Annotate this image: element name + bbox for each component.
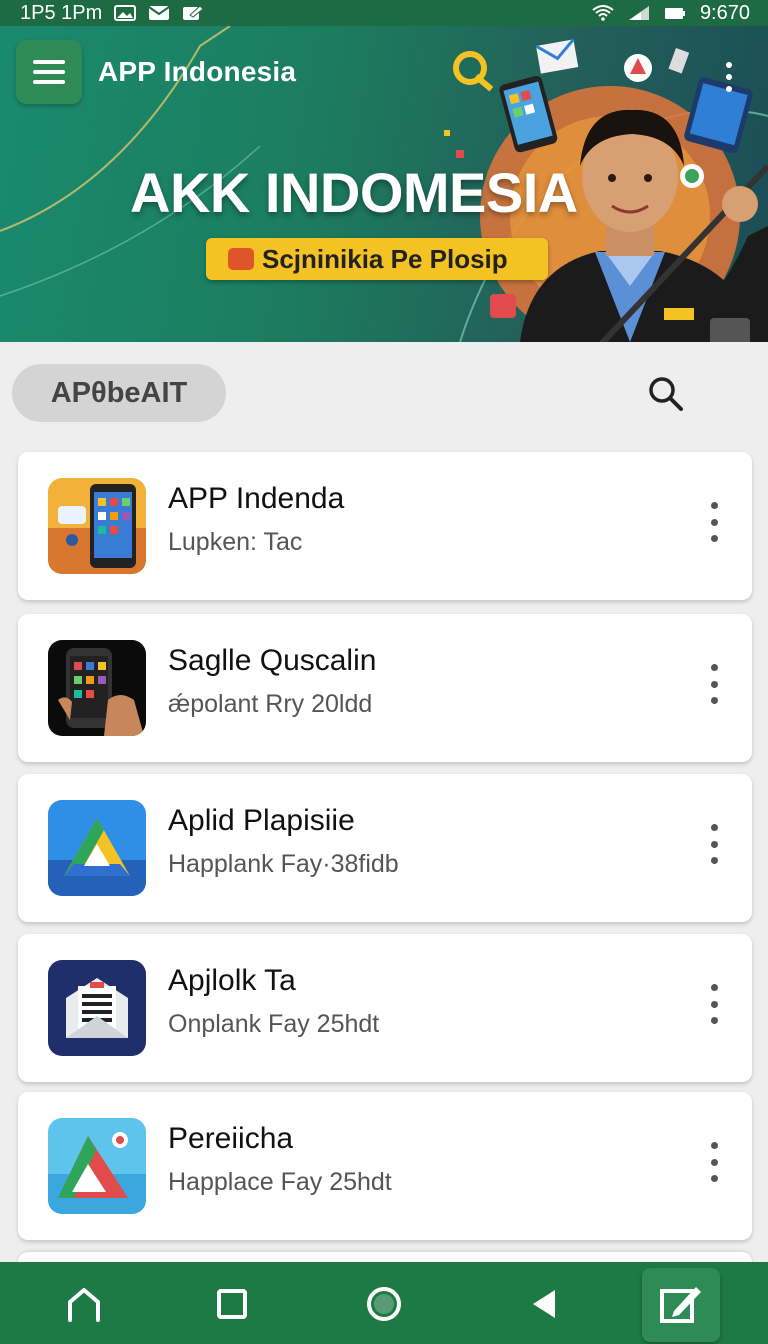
- search-icon[interactable]: [646, 374, 686, 414]
- more-vertical-icon[interactable]: [708, 502, 720, 542]
- banner-title: AKK INDOMESIA: [130, 161, 578, 224]
- category-chip[interactable]: APθbeAIT: [12, 364, 226, 422]
- hamburger-line: [33, 70, 65, 74]
- list-item[interactable]: APP Indenda Lupken: Tac: [18, 452, 752, 600]
- status-left-text: 1P5 1Pm: [20, 1, 103, 24]
- more-vertical-icon[interactable]: [708, 664, 720, 704]
- edit-icon: [183, 5, 205, 20]
- compose-icon: [660, 1287, 701, 1323]
- status-left: 1P5 1Pm: [20, 1, 205, 25]
- hamburger-menu-icon: [33, 60, 65, 64]
- status-bar: 1P5 1Pm 9:670: [0, 0, 768, 26]
- app-name: Apjlolk Ta: [168, 964, 296, 997]
- list-item[interactable]: Aplid Plapisiie Happlank Fay·38fidb: [18, 774, 752, 922]
- list-item[interactable]: Pereiicha Happlace Fay 25hdt: [18, 1092, 752, 1240]
- signal-icon: [628, 6, 649, 20]
- app-subtitle: Onplank Fay 25hdt: [168, 1010, 380, 1038]
- gallery-icon: [114, 5, 137, 21]
- drive-triangle-icon: [48, 800, 146, 896]
- recents-square-icon[interactable]: [210, 1282, 254, 1326]
- wifi-icon: [592, 5, 614, 21]
- status-right: 9:670: [592, 2, 750, 25]
- app-title: APP Indonesia: [98, 56, 297, 87]
- more-vertical-icon[interactable]: [722, 62, 736, 92]
- compose-button[interactable]: [642, 1268, 720, 1342]
- app-name: Saglle Quscalin: [168, 644, 377, 677]
- clock: 9:670: [699, 1, 750, 24]
- home-icon[interactable]: [62, 1282, 106, 1326]
- document-envelope-icon: [48, 960, 146, 1056]
- app-name: Aplid Plapisiie: [168, 804, 355, 837]
- list-item[interactable]: Apjlolk Ta Onplank Fay 25hdt: [18, 934, 752, 1082]
- more-vertical-icon[interactable]: [708, 1142, 720, 1182]
- drive-triangle-red-icon: [48, 1118, 146, 1214]
- back-triangle-icon[interactable]: [522, 1282, 566, 1326]
- app-subtitle: Happlace Fay 25hdt: [168, 1168, 392, 1196]
- chat-icon: [228, 248, 254, 270]
- app-subtitle: Lupken: Tac: [168, 528, 303, 556]
- hand-phone-icon: [48, 640, 146, 736]
- banner-pill-label: Scjninikia Pe Plosip: [262, 243, 508, 274]
- hero-banner: APP Indonesia AKK INDOMESIA Scjninikia P…: [0, 26, 768, 342]
- app-name: Pereiicha: [168, 1122, 294, 1155]
- battery-icon: [664, 8, 685, 19]
- app-subtitle: ǽpolant Rry 20ldd: [168, 690, 373, 718]
- mail-icon: [148, 6, 170, 20]
- circle-home-icon[interactable]: [362, 1282, 406, 1326]
- list-item[interactable]: Saglle Quscalin ǽpolant Rry 20ldd: [18, 614, 752, 762]
- banner-pill-button[interactable]: Scjninikia Pe Plosip: [206, 238, 548, 280]
- app-subtitle: Happlank Fay·38fidb: [168, 850, 399, 878]
- more-vertical-icon[interactable]: [708, 824, 720, 864]
- app-name: APP Indenda: [168, 482, 345, 515]
- menu-button[interactable]: [16, 40, 82, 104]
- phone-apps-icon: [48, 478, 146, 574]
- more-vertical-icon[interactable]: [708, 984, 720, 1024]
- hamburger-line: [33, 80, 65, 84]
